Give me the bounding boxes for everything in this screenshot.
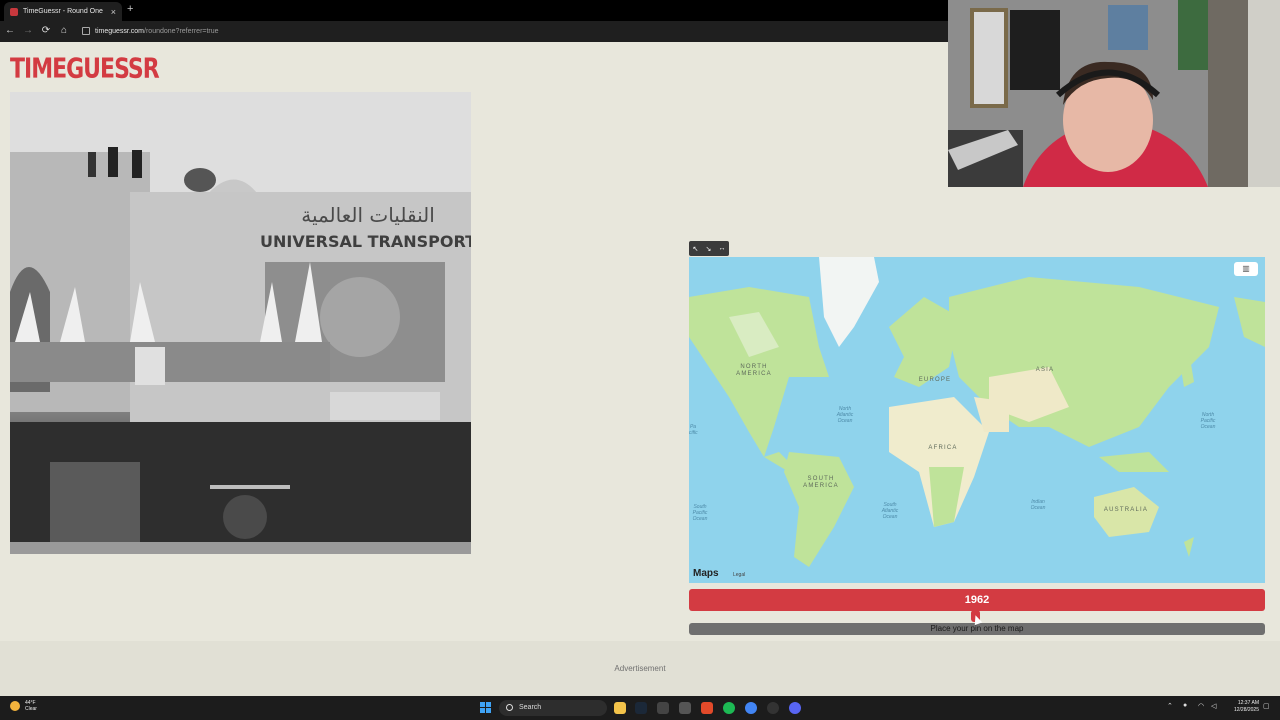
reload-icon[interactable]: ⟳ (40, 25, 52, 36)
taskbar-search[interactable]: Search (499, 700, 607, 716)
label-north-atlantic: North Atlantic Ocean (836, 406, 854, 424)
place-pin-button[interactable]: Place your pin on the map (689, 623, 1265, 635)
label-australia: AUSTRALIA (1103, 507, 1149, 513)
search-icon (506, 703, 513, 711)
label-europe: EUROPE (918, 377, 952, 383)
forward-arrow-icon[interactable]: → (22, 25, 34, 36)
weather-desc: Clear (25, 706, 37, 712)
label-indian: Indian Ocean (1030, 499, 1046, 511)
apple-maps-attribution: Maps (693, 568, 719, 579)
label-south-pacific: South Pacific Ocean (692, 504, 708, 522)
label-asia: ASIA (1035, 367, 1055, 373)
url-path: /roundone?referrer=true (144, 28, 219, 35)
file-explorer-icon[interactable] (614, 702, 626, 714)
windows-start-icon[interactable] (480, 702, 491, 713)
weather-widget[interactable]: 44°F Clear (10, 700, 37, 712)
map-tool-controls: ↖ ↘ ↔ (689, 241, 729, 256)
zoom-in-icon[interactable]: ↖ (693, 245, 699, 253)
tray-chevron-icon[interactable]: ⌃ (1167, 702, 1173, 710)
app-icon[interactable] (657, 702, 669, 714)
map-legal-link[interactable]: Legal (733, 572, 745, 578)
expand-map-icon[interactable]: ↔ (718, 245, 725, 252)
notification-icon[interactable]: ▢ (1263, 702, 1270, 710)
label-south-atlantic: South Atlantic Ocean (881, 502, 899, 520)
chrome-icon[interactable] (745, 702, 757, 714)
photo-sign-latin: UNIVERSAL TRANSPORT (260, 232, 471, 251)
label-africa: AFRICA (928, 445, 958, 451)
discord-icon[interactable] (789, 702, 801, 714)
site-logo[interactable]: TIMEGUESSR (10, 51, 160, 89)
label-north-america: NORTH AMERICA (736, 364, 772, 377)
url-field[interactable]: timeguessr.com/roundone?referrer=true (80, 25, 940, 39)
world-map[interactable] (689, 257, 1265, 583)
webcam-overlay (948, 0, 1280, 187)
back-arrow-icon[interactable]: ← (4, 25, 16, 36)
tab-timeguessr[interactable]: TimeGuessr - Round One × (4, 2, 122, 21)
tab-title: TimeGuessr - Round One (23, 8, 103, 15)
label-south-america: SOUTH AMERICA (803, 476, 839, 489)
historic-photo: النقليات العالمية UNIVERSAL TRANSPORT (10, 92, 471, 554)
label-north-pacific: North Pacific Ocean (1200, 412, 1216, 430)
new-tab-icon[interactable]: + (127, 3, 133, 15)
weather-moon-icon (10, 701, 20, 711)
wifi-icon[interactable]: ◠ (1198, 702, 1204, 710)
url-host: timeguessr.com (95, 28, 145, 35)
label-pacific-left: Pa cific (689, 424, 698, 436)
favicon-icon (10, 7, 18, 16)
photo-sign-arabic: النقليات العالمية (301, 203, 435, 227)
clock-time: 12:37 AM (1237, 700, 1259, 706)
year-display: 1962 (689, 589, 1265, 611)
tab-close-icon[interactable]: × (111, 7, 116, 17)
clock-date: 12/28/2025 (1233, 707, 1259, 713)
taskbar-clock[interactable]: 12:37 AM 12/28/2025 (1224, 700, 1259, 714)
mic-icon[interactable]: ● (1183, 702, 1187, 709)
site-info-icon[interactable] (82, 27, 90, 36)
map-type-icon[interactable]: ▥ (1234, 262, 1258, 276)
zoom-out-icon[interactable]: ↘ (705, 245, 711, 253)
search-label: Search (519, 704, 542, 711)
volume-icon[interactable]: ◁ (1211, 702, 1216, 710)
spotify-icon[interactable] (723, 702, 735, 714)
settings-icon[interactable] (679, 702, 691, 714)
home-icon[interactable]: ⌂ (58, 25, 70, 36)
steam-icon[interactable] (635, 702, 647, 714)
advertisement-label: Advertisement (614, 664, 666, 673)
obs-icon[interactable] (767, 702, 779, 714)
brave-icon[interactable] (701, 702, 713, 714)
